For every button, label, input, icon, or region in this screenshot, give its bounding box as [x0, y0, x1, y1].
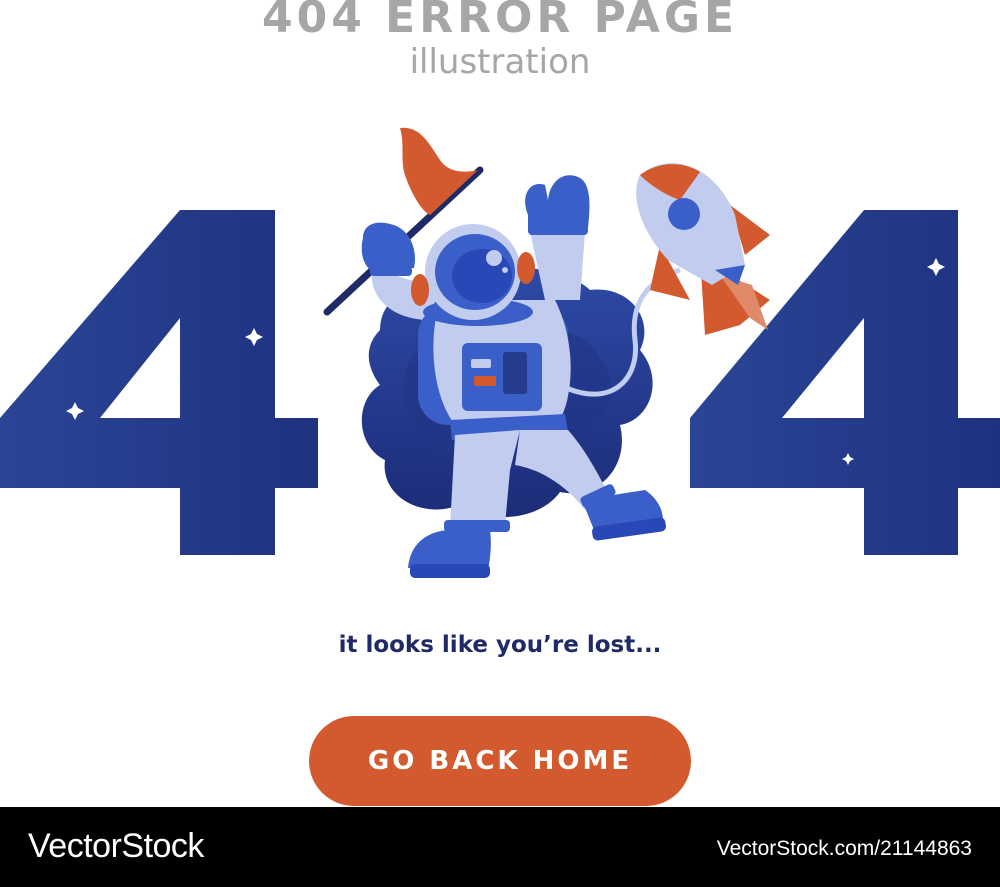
lost-message: it looks like you’re lost... [338, 632, 662, 658]
watermark-logo: VectorStock [28, 827, 204, 865]
rocket-icon [636, 163, 770, 335]
error-404-illustration [0, 127, 1000, 578]
watermark-footer: VectorStock VectorStock.com/21144863 [0, 807, 1000, 887]
go-back-home-button[interactable]: GO BACK HOME [309, 716, 691, 806]
digit-four-left [0, 210, 318, 555]
watermark-image-id: VectorStock.com/21144863 [716, 837, 972, 860]
